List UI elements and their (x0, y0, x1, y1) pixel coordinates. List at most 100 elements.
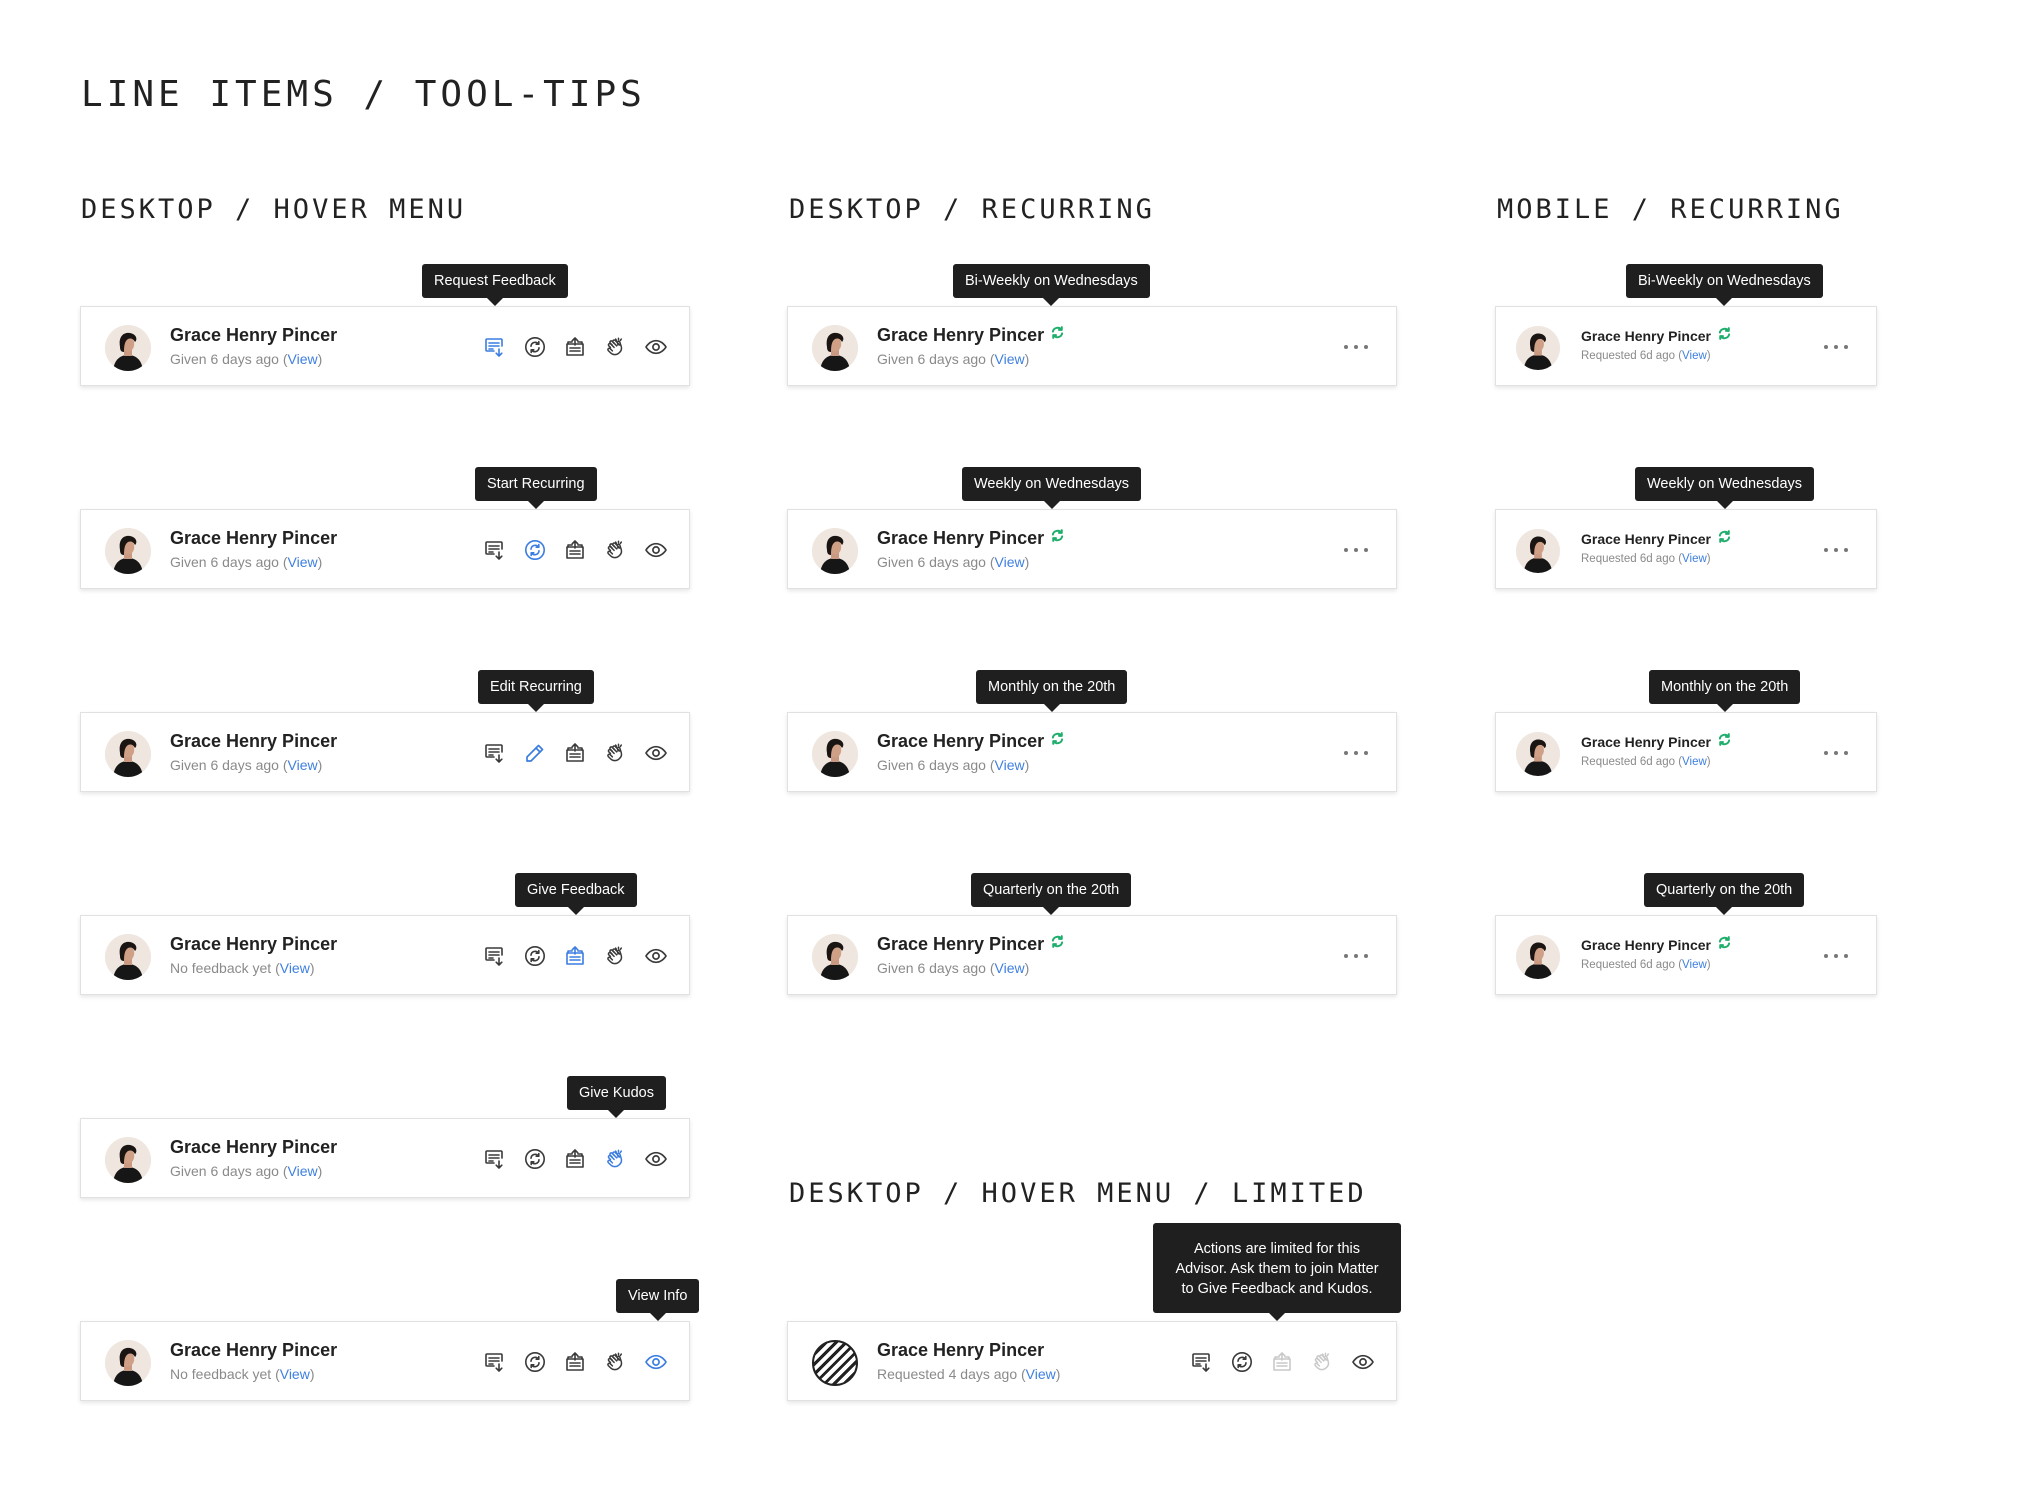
more-dots-icon[interactable] (1342, 942, 1370, 968)
more-dots-icon[interactable] (1822, 942, 1850, 968)
view-link[interactable]: View (1682, 756, 1707, 768)
give-feedback-icon[interactable] (562, 334, 588, 360)
view-eye-icon[interactable] (643, 1349, 669, 1375)
view-eye-icon[interactable] (643, 537, 669, 563)
recurring-icon[interactable] (522, 1349, 548, 1375)
request-feedback-icon[interactable] (481, 740, 507, 766)
view-link[interactable]: View (1682, 350, 1707, 362)
line-item-card[interactable]: Grace Henry Pincer Given 6 days ago (View… (787, 509, 1397, 589)
request-feedback-icon[interactable] (481, 1349, 507, 1375)
request-feedback-icon[interactable] (481, 1146, 507, 1172)
avatar (105, 1137, 151, 1183)
status-text: Given 6 days ago (877, 757, 986, 773)
view-eye-icon[interactable] (643, 943, 669, 969)
more-dots-icon[interactable] (1342, 536, 1370, 562)
request-feedback-icon[interactable] (1188, 1349, 1214, 1375)
kudos-clap-icon[interactable] (603, 1146, 629, 1172)
kudos-clap-icon[interactable] (603, 537, 629, 563)
kudos-clap-icon[interactable] (603, 1349, 629, 1375)
view-eye-icon[interactable] (643, 1146, 669, 1172)
line-item-card[interactable]: Grace Henry Pincer Given 6 days ago (View… (787, 712, 1397, 792)
more-dots-icon[interactable] (1822, 739, 1850, 765)
avatar (105, 325, 151, 371)
line-item-card[interactable]: Grace Henry Pincer Given 6 days ago (View… (80, 712, 690, 792)
line-item-card[interactable]: Grace Henry Pincer Requested 6d ago (View… (1495, 712, 1877, 792)
recurring-icon[interactable] (1229, 1349, 1255, 1375)
paren-open: ( (989, 351, 995, 367)
more-dots-icon[interactable] (1822, 333, 1850, 359)
tooltip: Quarterly on the 20th (971, 873, 1132, 915)
avatar (812, 528, 858, 574)
person-name-text: Grace Henry Pincer (170, 934, 338, 954)
request-feedback-icon[interactable] (481, 537, 507, 563)
recurring-icon[interactable] (522, 943, 548, 969)
view-link[interactable]: View (288, 554, 318, 570)
view-link[interactable]: View (280, 1366, 310, 1382)
give-feedback-icon[interactable] (562, 537, 588, 563)
line-item-card[interactable]: Grace Henry Pincer Given 6 days ago (View… (787, 915, 1397, 995)
recurring-icon[interactable] (522, 1146, 548, 1172)
line-item-card[interactable]: Grace Henry Pincer Given 6 days ago (View… (80, 306, 690, 386)
more-dot (1824, 548, 1828, 552)
line-item-card[interactable]: Grace Henry Pincer Requested 6d ago (View… (1495, 915, 1877, 995)
line-item-card[interactable]: Grace Henry Pincer Requested 6d ago (View… (1495, 306, 1877, 386)
more-dots-icon[interactable] (1822, 536, 1850, 562)
paren-close: ) (1706, 350, 1711, 362)
paren-close: ) (317, 757, 323, 773)
more-dots-icon[interactable] (1342, 333, 1370, 359)
line-item-card[interactable]: Grace Henry Pincer Given 6 days ago (View… (80, 509, 690, 589)
view-link[interactable]: View (1026, 1366, 1056, 1382)
view-link[interactable]: View (995, 960, 1025, 976)
view-link[interactable]: View (995, 757, 1025, 773)
line-item-card[interactable]: Grace Henry Pincer Given 6 days ago (View… (787, 306, 1397, 386)
request-feedback-icon[interactable] (481, 334, 507, 360)
line-item-card[interactable]: Grace Henry Pincer No feedback yet (View) (80, 915, 690, 995)
give-feedback-icon[interactable] (562, 1349, 588, 1375)
kudos-clap-icon (1310, 1349, 1336, 1375)
view-link[interactable]: View (288, 351, 318, 367)
view-eye-icon[interactable] (643, 740, 669, 766)
give-feedback-icon[interactable] (562, 1146, 588, 1172)
person-name-text: Grace Henry Pincer (1581, 937, 1711, 953)
view-link[interactable]: View (1682, 959, 1707, 971)
view-link[interactable]: View (288, 757, 318, 773)
person-name: Grace Henry Pincer (1581, 530, 1732, 549)
kudos-clap-icon[interactable] (603, 334, 629, 360)
recurring-icon[interactable] (522, 537, 548, 563)
kudos-clap-icon[interactable] (603, 740, 629, 766)
paren-open: ( (989, 960, 995, 976)
request-feedback-icon[interactable] (481, 943, 507, 969)
line-item-card[interactable]: Grace Henry Pincer Requested 6d ago (View… (1495, 509, 1877, 589)
paren-close: ) (309, 960, 315, 976)
view-link[interactable]: View (280, 960, 310, 976)
line-item-card[interactable]: Grace Henry Pincer Requested 4 days ago (… (787, 1321, 1397, 1401)
paren-open: ( (282, 1163, 288, 1179)
view-eye-icon[interactable] (1350, 1349, 1376, 1375)
tooltip: Start Recurring (475, 467, 597, 509)
view-eye-icon[interactable] (643, 334, 669, 360)
person-name: Grace Henry Pincer (1581, 733, 1732, 752)
view-link[interactable]: View (995, 351, 1025, 367)
more-dots-icon[interactable] (1342, 739, 1370, 765)
section-title-mobile-recurring: MOBILE / RECURRING (1497, 194, 1844, 225)
view-link[interactable]: View (288, 1163, 318, 1179)
line-item-card[interactable]: Grace Henry Pincer No feedback yet (View) (80, 1321, 690, 1401)
line-item-card[interactable]: Grace Henry Pincer Given 6 days ago (View… (80, 1118, 690, 1198)
person-name: Grace Henry Pincer (1581, 936, 1732, 955)
view-link[interactable]: View (1682, 553, 1707, 565)
status-text: Requested 6d ago (1581, 959, 1675, 971)
status-text: No feedback yet (170, 1366, 272, 1382)
person-name-text: Grace Henry Pincer (877, 934, 1045, 954)
kudos-clap-icon[interactable] (603, 943, 629, 969)
person-name: Grace Henry Pincer (877, 731, 1065, 753)
tooltip: Weekly on Wednesdays (1635, 467, 1815, 509)
recurring-icon[interactable] (522, 334, 548, 360)
give-feedback-icon[interactable] (562, 740, 588, 766)
view-link[interactable]: View (995, 554, 1025, 570)
edit-pencil-icon[interactable] (522, 740, 548, 766)
give-feedback-icon[interactable] (562, 943, 588, 969)
hover-action-menu (481, 943, 667, 969)
paren-open: ( (1021, 1366, 1026, 1382)
status-text: Given 6 days ago (170, 554, 279, 570)
person-name: Grace Henry Pincer (170, 325, 337, 346)
